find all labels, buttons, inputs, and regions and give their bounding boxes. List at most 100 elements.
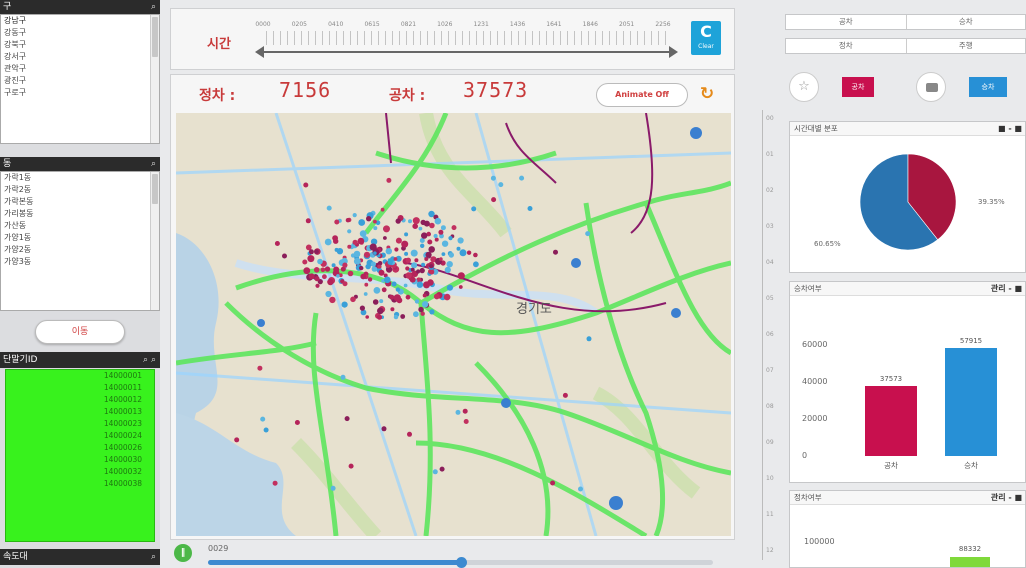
search-icon[interactable]: ⌕: [151, 157, 156, 171]
vehicle-dot: [393, 257, 398, 261]
tab-drive[interactable]: 주행: [905, 39, 1026, 53]
list-item[interactable]: 구로구: [1, 87, 159, 99]
vehicle-dot: [324, 238, 332, 246]
vehicle-dot: [393, 314, 399, 320]
range-end-arrow-icon[interactable]: [669, 46, 678, 58]
list-item[interactable]: 관악구: [1, 63, 159, 75]
refresh-icon[interactable]: ↻: [697, 84, 717, 104]
taxi-icon[interactable]: [916, 72, 946, 102]
vehicle-dot: [405, 266, 410, 271]
tab-empty[interactable]: 공차: [786, 15, 906, 29]
vehicle-dot: [324, 266, 331, 272]
dong-list[interactable]: 가락1동 가락2동 가락본동 가리봉동 가산동 가양1동 가양2동 가양3동: [0, 171, 160, 311]
playback-track[interactable]: [208, 557, 713, 568]
terminal-id-item[interactable]: 14000011: [6, 382, 154, 394]
tab-ride[interactable]: 승차: [905, 15, 1026, 29]
list-item[interactable]: 가양1동: [1, 232, 159, 244]
vehicle-dot: [366, 216, 372, 222]
list-item[interactable]: 가리봉동: [1, 208, 159, 220]
bar-value-label: 88332: [958, 545, 982, 553]
list-item[interactable]: 강남구: [1, 15, 159, 27]
vehicle-dot: [446, 261, 453, 268]
map-svg[interactable]: 경기도: [176, 113, 731, 536]
list-item[interactable]: 강동구: [1, 27, 159, 39]
pie-panel-header: 시간대별 분포 ■ - ■: [790, 122, 1025, 136]
vehicle-dot: [457, 237, 464, 244]
tab-stop[interactable]: 정차: [786, 39, 906, 53]
list-item[interactable]: 가산동: [1, 220, 159, 232]
search-icon[interactable]: ⌕ ⌕: [143, 352, 156, 368]
list-item[interactable]: 강서구: [1, 51, 159, 63]
terminal-id-item[interactable]: 14000024: [6, 430, 154, 442]
list-item[interactable]: 가락2동: [1, 184, 159, 196]
search-icon[interactable]: ⌕: [151, 549, 156, 565]
terminal-id-item[interactable]: 14000023: [6, 418, 154, 430]
vehicle-dot: [405, 272, 412, 279]
lightbulb-icon[interactable]: ☆: [789, 72, 819, 102]
terminal-id-item[interactable]: 14000030: [6, 454, 154, 466]
bar: [945, 348, 997, 456]
dong-scrollbar[interactable]: [150, 172, 159, 310]
terminal-id-item[interactable]: 14000013: [6, 406, 154, 418]
move-button[interactable]: 이동: [35, 320, 125, 344]
gu-list[interactable]: 강남구 강동구 강북구 강서구 관악구 광진구 구로구: [0, 14, 160, 144]
panel-window-controls[interactable]: ■ - ■: [998, 122, 1022, 136]
map-marker: [257, 319, 265, 327]
clear-button[interactable]: C Clear: [691, 21, 721, 55]
range-start-arrow-icon[interactable]: [255, 46, 264, 58]
search-icon[interactable]: ⌕: [151, 0, 156, 14]
vehicle-dot: [360, 273, 367, 280]
vehicle-dot: [294, 420, 300, 425]
list-item[interactable]: 가락본동: [1, 196, 159, 208]
list-item[interactable]: 가양2동: [1, 244, 159, 256]
vehicle-dot: [373, 287, 381, 294]
vehicle-dot: [434, 237, 439, 242]
ride-filter-button[interactable]: 승차: [969, 77, 1007, 97]
list-item[interactable]: 가락1동: [1, 172, 159, 184]
refresh-icon: C: [700, 22, 712, 41]
gu-scrollbar[interactable]: [150, 15, 159, 143]
vehicle-dot: [381, 426, 387, 432]
terminal-id-item[interactable]: 14000038: [6, 478, 154, 490]
vehicle-dot: [411, 262, 418, 269]
list-item[interactable]: 가양3동: [1, 256, 159, 268]
animate-toggle-button[interactable]: Animate Off: [596, 83, 688, 107]
vehicle-dot: [393, 294, 401, 302]
timeline-ruler[interactable]: [266, 31, 666, 45]
vehicle-dot: [347, 270, 354, 277]
list-item[interactable]: 광진구: [1, 75, 159, 87]
terminal-id-item[interactable]: 14000032: [6, 466, 154, 478]
scroll-thumb[interactable]: [152, 17, 158, 57]
timeline-tick-label: 1436: [509, 21, 526, 28]
vehicle-dot: [386, 177, 392, 183]
vehicle-dot: [325, 290, 332, 298]
empty-filter-button[interactable]: 공차: [842, 77, 874, 97]
scroll-thumb[interactable]: [152, 174, 158, 204]
pause-button[interactable]: ‖: [174, 544, 192, 562]
vertical-ruler-tick: 03: [766, 223, 774, 230]
terminal-id-item[interactable]: 14000012: [6, 394, 154, 406]
vehicle-dot: [498, 182, 504, 188]
timeline-range-line[interactable]: [259, 51, 671, 53]
panel-window-controls[interactable]: 관리 - ■: [991, 491, 1022, 505]
stop-panel-header: 정차여부 관리 - ■: [790, 491, 1025, 505]
map-canvas[interactable]: 경기도: [176, 113, 731, 536]
vehicle-dot: [308, 249, 314, 255]
vehicle-dot: [353, 250, 361, 258]
terminal-id-item[interactable]: 14000001: [6, 370, 154, 382]
list-item[interactable]: 강북구: [1, 39, 159, 51]
vehicle-dot: [441, 240, 449, 247]
panel-window-controls[interactable]: 관리 - ■: [991, 282, 1022, 296]
vehicle-dot: [441, 252, 446, 256]
vertical-ruler-tick: 05: [766, 295, 774, 302]
bar: [865, 386, 917, 456]
vehicle-dot: [347, 229, 352, 234]
timeline-tick-label: 0615: [364, 21, 380, 28]
terminal-id-list[interactable]: 14000001 14000011 14000012 14000013 14000023…: [5, 369, 155, 542]
vehicle-dot: [379, 299, 384, 304]
vehicle-dot: [414, 258, 419, 263]
terminal-id-item[interactable]: 14000026: [6, 442, 154, 454]
vehicle-dot: [303, 267, 311, 275]
bar-category-label: 승차: [964, 461, 978, 470]
playback-knob[interactable]: [455, 557, 467, 568]
